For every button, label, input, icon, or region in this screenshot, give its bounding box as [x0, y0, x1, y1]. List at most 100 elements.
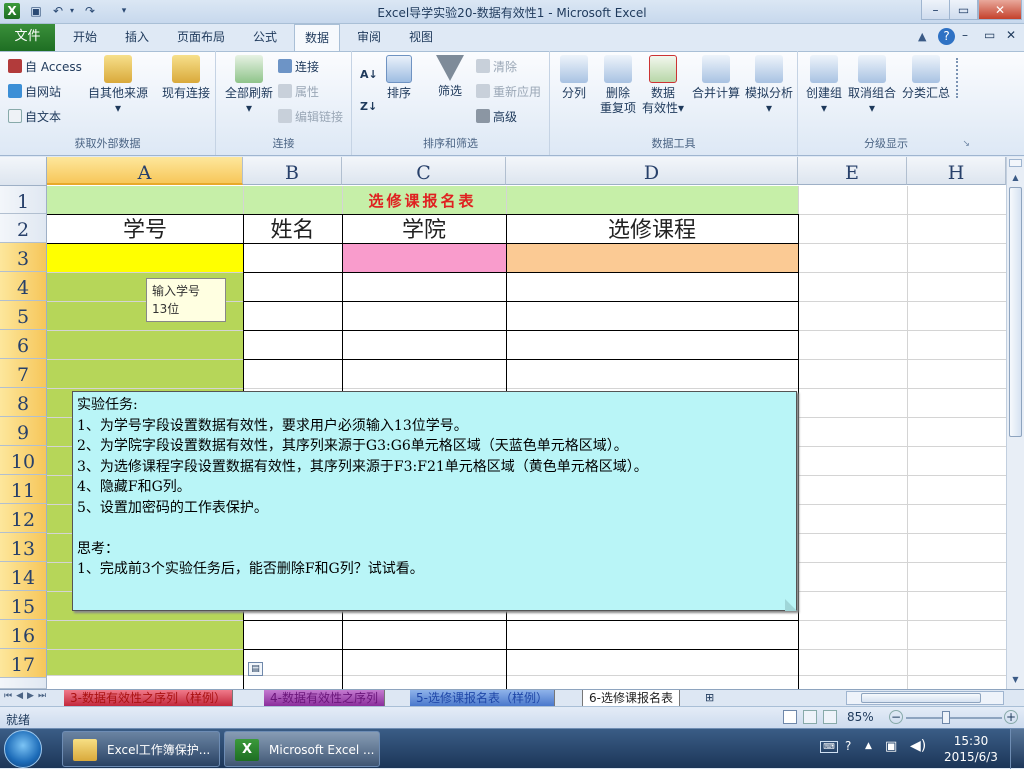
remove-duplicates-button[interactable]: 删除 重复项	[596, 55, 640, 116]
dialog-launcher-icon[interactable]: ↘	[962, 139, 970, 149]
row-header-7[interactable]: 7	[0, 359, 47, 388]
tray-clock[interactable]: 15:30 2015/6/3	[940, 733, 1002, 765]
paste-options-icon[interactable]: ▤	[248, 662, 263, 676]
sheet-tab-4[interactable]: 4-数据有效性之序列	[264, 690, 385, 706]
vertical-scrollbar[interactable]: ▲ ▼	[1006, 157, 1024, 689]
column-header-d[interactable]: D	[506, 157, 798, 185]
row-header-16[interactable]: 16	[0, 620, 47, 649]
consolidate-button[interactable]: 合并计算	[690, 55, 742, 101]
group-button[interactable]: 创建组 ▾	[802, 55, 846, 116]
row-header-6[interactable]: 6	[0, 330, 47, 359]
undo-dropdown-icon[interactable]: ▾	[64, 3, 80, 19]
insert-sheet-icon[interactable]: ⊞	[705, 691, 714, 704]
zoom-slider-handle[interactable]	[942, 711, 950, 724]
from-other-sources-button[interactable]: 自其他来源 ▾	[86, 55, 150, 116]
horizontal-scrollbar[interactable]	[846, 691, 1004, 705]
horizontal-scroll-thumb[interactable]	[861, 693, 981, 703]
properties-button[interactable]: 属性	[278, 84, 319, 100]
sheet-tab-5[interactable]: 5-选修课报名表（样例）	[410, 690, 555, 706]
close-button[interactable]: ✕	[978, 0, 1022, 20]
sort-button[interactable]: 排序	[384, 55, 414, 101]
minimize-button[interactable]: –	[921, 0, 950, 20]
save-icon[interactable]: ▣	[28, 3, 44, 19]
sheet-nav-icons[interactable]: ⏮◀▶⏭	[4, 691, 50, 701]
column-header-b[interactable]: B	[243, 157, 342, 185]
tab-review[interactable]: 审阅	[346, 24, 392, 51]
help-icon[interactable]: ?	[938, 28, 955, 45]
row-header-12[interactable]: 12	[0, 504, 47, 533]
row-header-5[interactable]: 5	[0, 301, 47, 330]
connections-button[interactable]: 连接	[278, 59, 319, 75]
normal-view-icon[interactable]	[783, 710, 797, 724]
tab-data[interactable]: 数据	[294, 24, 340, 51]
row-header-17[interactable]: 17	[0, 649, 47, 678]
zoom-in-icon[interactable]: +	[1004, 710, 1018, 724]
advanced-button[interactable]: 高级	[476, 109, 517, 125]
existing-connections-button[interactable]: 现有连接	[158, 55, 214, 101]
workbook-minimize-icon[interactable]: –	[962, 28, 968, 42]
redo-icon[interactable]: ↷	[82, 3, 98, 19]
task-text-box[interactable]: 实验任务: 1、为学号字段设置数据有效性，要求用户必须输入13位学号。 2、为学…	[72, 391, 797, 611]
from-text-button[interactable]: 自文本	[8, 109, 61, 125]
tab-view[interactable]: 视图	[398, 24, 444, 51]
column-header-e[interactable]: E	[798, 157, 907, 185]
row-header-4[interactable]: 4	[0, 272, 47, 301]
row-header-2[interactable]: 2	[0, 214, 47, 243]
network-icon[interactable]: ▣	[885, 739, 897, 754]
taskbar-item-excel[interactable]: X Microsoft Excel ...	[224, 731, 380, 767]
reapply-button[interactable]: 重新应用	[476, 84, 541, 100]
split-box[interactable]	[1009, 159, 1022, 167]
filter-button[interactable]: 筛选	[432, 55, 468, 99]
row-header-15[interactable]: 15	[0, 591, 47, 620]
column-header-a[interactable]: A	[47, 157, 243, 185]
column-header-c[interactable]: C	[342, 157, 506, 185]
row-header-13[interactable]: 13	[0, 533, 47, 562]
column-header-h[interactable]: H	[907, 157, 1006, 185]
tab-home[interactable]: 开始	[62, 24, 108, 51]
subtotal-button[interactable]: 分类汇总	[900, 55, 952, 101]
sort-za-icon[interactable]: Z↓	[360, 99, 377, 115]
row-header-11[interactable]: 11	[0, 475, 47, 504]
volume-icon[interactable]: ◀)	[910, 738, 926, 754]
tray-help-icon[interactable]: ?	[845, 739, 851, 753]
workbook-restore-icon[interactable]: ▭	[984, 28, 995, 42]
cell-d3[interactable]	[506, 243, 798, 272]
scroll-down-icon[interactable]: ▼	[1009, 673, 1022, 687]
row-header-9[interactable]: 9	[0, 417, 47, 446]
worksheet-grid[interactable]: A B C D E H 1 2 3 4 5 6 7 8 9 10 11 12 1…	[0, 157, 1006, 689]
text-to-columns-button[interactable]: 分列	[556, 55, 592, 101]
ungroup-button[interactable]: 取消组合 ▾	[846, 55, 898, 116]
row-header-18-partial[interactable]	[0, 678, 47, 689]
tab-insert[interactable]: 插入	[114, 24, 160, 51]
start-button[interactable]	[4, 730, 42, 768]
from-access-button[interactable]: 自 Access	[8, 59, 82, 75]
zoom-slider[interactable]	[906, 717, 1002, 719]
edit-links-button[interactable]: 编辑链接	[278, 109, 343, 125]
tab-formulas[interactable]: 公式	[242, 24, 288, 51]
clear-button[interactable]: 清除	[476, 59, 517, 75]
refresh-all-button[interactable]: 全部刷新 ▾	[220, 55, 278, 116]
row-header-10[interactable]: 10	[0, 446, 47, 475]
what-if-analysis-button[interactable]: 模拟分析 ▾	[742, 55, 796, 116]
zoom-level[interactable]: 85%	[847, 710, 874, 724]
show-detail-icon[interactable]	[956, 58, 970, 98]
taskbar-item-explorer[interactable]: Excel工作簿保护...	[62, 731, 220, 767]
row-header-3[interactable]: 3	[0, 243, 47, 272]
minimize-ribbon-icon[interactable]: ▲	[918, 30, 926, 43]
tab-file[interactable]: 文件	[0, 24, 55, 51]
cell-a3[interactable]	[47, 243, 243, 272]
row-header-1[interactable]: 1	[0, 186, 47, 214]
from-web-button[interactable]: 自网站	[8, 84, 61, 100]
row-header-8[interactable]: 8	[0, 388, 47, 417]
show-desktop-button[interactable]	[1010, 729, 1024, 769]
scroll-up-icon[interactable]: ▲	[1009, 171, 1022, 185]
workbook-close-icon[interactable]: ✕	[1006, 28, 1016, 42]
select-all-corner[interactable]	[0, 157, 47, 186]
keyboard-icon[interactable]: ⌨	[820, 741, 838, 753]
show-hidden-icons-icon[interactable]: ▲	[865, 741, 872, 751]
sheet-tab-6[interactable]: 6-选修课报名表	[582, 690, 680, 707]
cell-c3[interactable]	[342, 243, 506, 272]
row-header-14[interactable]: 14	[0, 562, 47, 591]
page-break-view-icon[interactable]	[823, 710, 837, 724]
sort-az-icon[interactable]: A↓	[360, 67, 378, 83]
